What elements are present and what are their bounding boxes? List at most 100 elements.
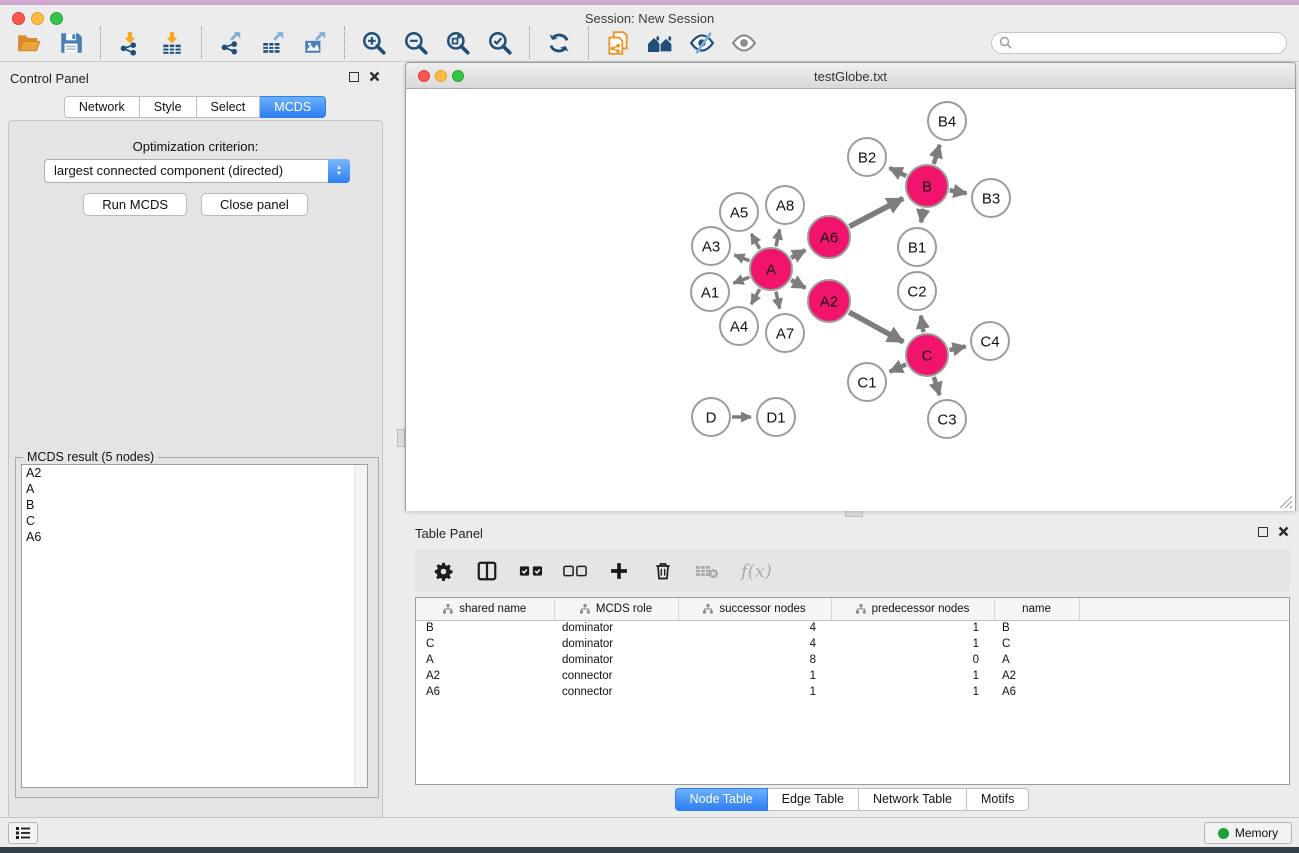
- cell-MCDS-role[interactable]: connector: [554, 684, 678, 700]
- zoom-out-icon[interactable]: [402, 29, 430, 57]
- graph-edge-B-B3[interactable]: [950, 190, 967, 193]
- cell-predecessor-nodes[interactable]: 1: [831, 684, 994, 700]
- mcds-result-item[interactable]: B: [22, 497, 367, 513]
- cell-name[interactable]: A2: [994, 668, 1079, 684]
- close-panel-icon[interactable]: [1278, 526, 1289, 537]
- mcds-result-item[interactable]: C: [22, 513, 367, 529]
- cell-name[interactable]: A6: [994, 684, 1079, 700]
- unselect-all-columns-icon[interactable]: [563, 559, 587, 583]
- export-table-icon[interactable]: [259, 29, 287, 57]
- resize-grip-icon[interactable]: [1279, 495, 1293, 509]
- show-columns-icon[interactable]: [475, 559, 499, 583]
- refresh-icon[interactable]: [545, 29, 573, 57]
- graph-edge-A2-C[interactable]: [849, 312, 903, 342]
- function-builder-icon[interactable]: f(x): [741, 561, 772, 582]
- tab-network[interactable]: Network: [64, 96, 140, 118]
- cell-MCDS-role[interactable]: connector: [554, 668, 678, 684]
- table-row[interactable]: Bdominator41B: [416, 620, 1289, 636]
- tab-motifs[interactable]: Motifs: [967, 788, 1029, 811]
- table-row[interactable]: Adominator80A: [416, 652, 1289, 668]
- graph-edge-A-A4[interactable]: [751, 289, 760, 304]
- cell-successor-nodes[interactable]: 8: [678, 652, 831, 668]
- network-canvas[interactable]: B4B2BB3A5A8A6B1A3AA1A2C2A4A7C4CC1C3DD1: [406, 89, 1295, 511]
- zoom-fit-icon[interactable]: [444, 29, 472, 57]
- table-row[interactable]: A2connector11A2: [416, 668, 1289, 684]
- column-header-predecessor-nodes[interactable]: predecessor nodes: [831, 598, 994, 620]
- tab-mcds[interactable]: MCDS: [260, 96, 326, 118]
- column-header-MCDS-role[interactable]: MCDS role: [554, 598, 678, 620]
- graph-edge-A-A2[interactable]: [791, 280, 805, 288]
- show-eye-icon[interactable]: [730, 29, 758, 57]
- search-input[interactable]: [991, 32, 1287, 54]
- tab-style[interactable]: Style: [140, 96, 197, 118]
- mcds-result-item[interactable]: A6: [22, 529, 367, 545]
- graph-edge-A-A6[interactable]: [791, 250, 805, 258]
- float-panel-icon[interactable]: [1258, 527, 1268, 537]
- cell-predecessor-nodes[interactable]: 1: [831, 668, 994, 684]
- cell-MCDS-role[interactable]: dominator: [554, 636, 678, 652]
- cell-predecessor-nodes[interactable]: 0: [831, 652, 994, 668]
- network-window-titlebar[interactable]: testGlobe.txt: [406, 63, 1295, 89]
- home-icon[interactable]: [646, 29, 674, 57]
- tab-node-table[interactable]: Node Table: [675, 788, 768, 811]
- graph-edge-A-A3[interactable]: [734, 255, 749, 261]
- import-table-icon[interactable]: [158, 29, 186, 57]
- cell-shared-name[interactable]: B: [416, 620, 554, 636]
- open-file-icon[interactable]: [15, 29, 43, 57]
- add-column-icon[interactable]: [607, 559, 631, 583]
- tab-network-table[interactable]: Network Table: [859, 788, 967, 811]
- cell-name[interactable]: B: [994, 620, 1079, 636]
- settings-gear-icon[interactable]: [431, 559, 455, 583]
- cell-successor-nodes[interactable]: 4: [678, 620, 831, 636]
- table-row[interactable]: Cdominator41C: [416, 636, 1289, 652]
- tab-select[interactable]: Select: [197, 96, 261, 118]
- cell-name[interactable]: A: [994, 652, 1079, 668]
- run-mcds-button[interactable]: Run MCDS: [83, 193, 187, 216]
- graph-edge-B-B2[interactable]: [890, 168, 907, 176]
- export-image-icon[interactable]: [301, 29, 329, 57]
- graph-edge-C-C3[interactable]: [934, 377, 940, 395]
- cell-shared-name[interactable]: A: [416, 652, 554, 668]
- column-header-name[interactable]: name: [994, 598, 1079, 620]
- import-network-icon[interactable]: [116, 29, 144, 57]
- graph-edge-C-C2[interactable]: [921, 316, 924, 333]
- cell-shared-name[interactable]: A6: [416, 684, 554, 700]
- criterion-select[interactable]: largest connected component (directed) ▲…: [44, 159, 350, 183]
- close-panel-button[interactable]: Close panel: [201, 193, 308, 216]
- mcds-result-list[interactable]: A2ABCA6: [21, 464, 368, 788]
- graph-edge-B-B1[interactable]: [921, 209, 923, 223]
- graph-edge-C-C4[interactable]: [949, 346, 965, 350]
- save-icon[interactable]: [57, 29, 85, 57]
- cell-successor-nodes[interactable]: 4: [678, 636, 831, 652]
- export-network-icon[interactable]: [217, 29, 245, 57]
- delete-column-icon[interactable]: [651, 559, 675, 583]
- graph-edge-C-C1[interactable]: [890, 364, 906, 371]
- memory-button[interactable]: Memory: [1204, 822, 1292, 844]
- cell-shared-name[interactable]: C: [416, 636, 554, 652]
- close-panel-icon[interactable]: [369, 71, 380, 82]
- graph-edge-A-A1[interactable]: [733, 277, 749, 283]
- column-header-successor-nodes[interactable]: successor nodes: [678, 598, 831, 620]
- graph-edge-A-A5[interactable]: [751, 234, 760, 249]
- float-panel-icon[interactable]: [349, 72, 359, 82]
- cell-shared-name[interactable]: A2: [416, 668, 554, 684]
- table-row[interactable]: A6connector11A6: [416, 684, 1289, 700]
- cell-predecessor-nodes[interactable]: 1: [831, 620, 994, 636]
- clone-network-icon[interactable]: [604, 29, 632, 57]
- graph-edge-B-B4[interactable]: [934, 145, 940, 164]
- scrollbar-track[interactable]: [354, 465, 367, 787]
- zoom-selected-icon[interactable]: [486, 29, 514, 57]
- mcds-result-item[interactable]: A2: [22, 465, 367, 481]
- tab-edge-table[interactable]: Edge Table: [768, 788, 859, 811]
- graph-edge-A-A7[interactable]: [776, 291, 780, 308]
- cell-MCDS-role[interactable]: dominator: [554, 652, 678, 668]
- graph-edge-A-A8[interactable]: [776, 229, 780, 246]
- zoom-in-icon[interactable]: [360, 29, 388, 57]
- cell-successor-nodes[interactable]: 1: [678, 684, 831, 700]
- cell-MCDS-role[interactable]: dominator: [554, 620, 678, 636]
- cell-predecessor-nodes[interactable]: 1: [831, 636, 994, 652]
- vertical-splitter-handle[interactable]: [397, 429, 405, 447]
- mcds-result-item[interactable]: A: [22, 481, 367, 497]
- show-tasks-button[interactable]: [8, 822, 38, 844]
- column-header-shared-name[interactable]: shared name: [416, 598, 554, 620]
